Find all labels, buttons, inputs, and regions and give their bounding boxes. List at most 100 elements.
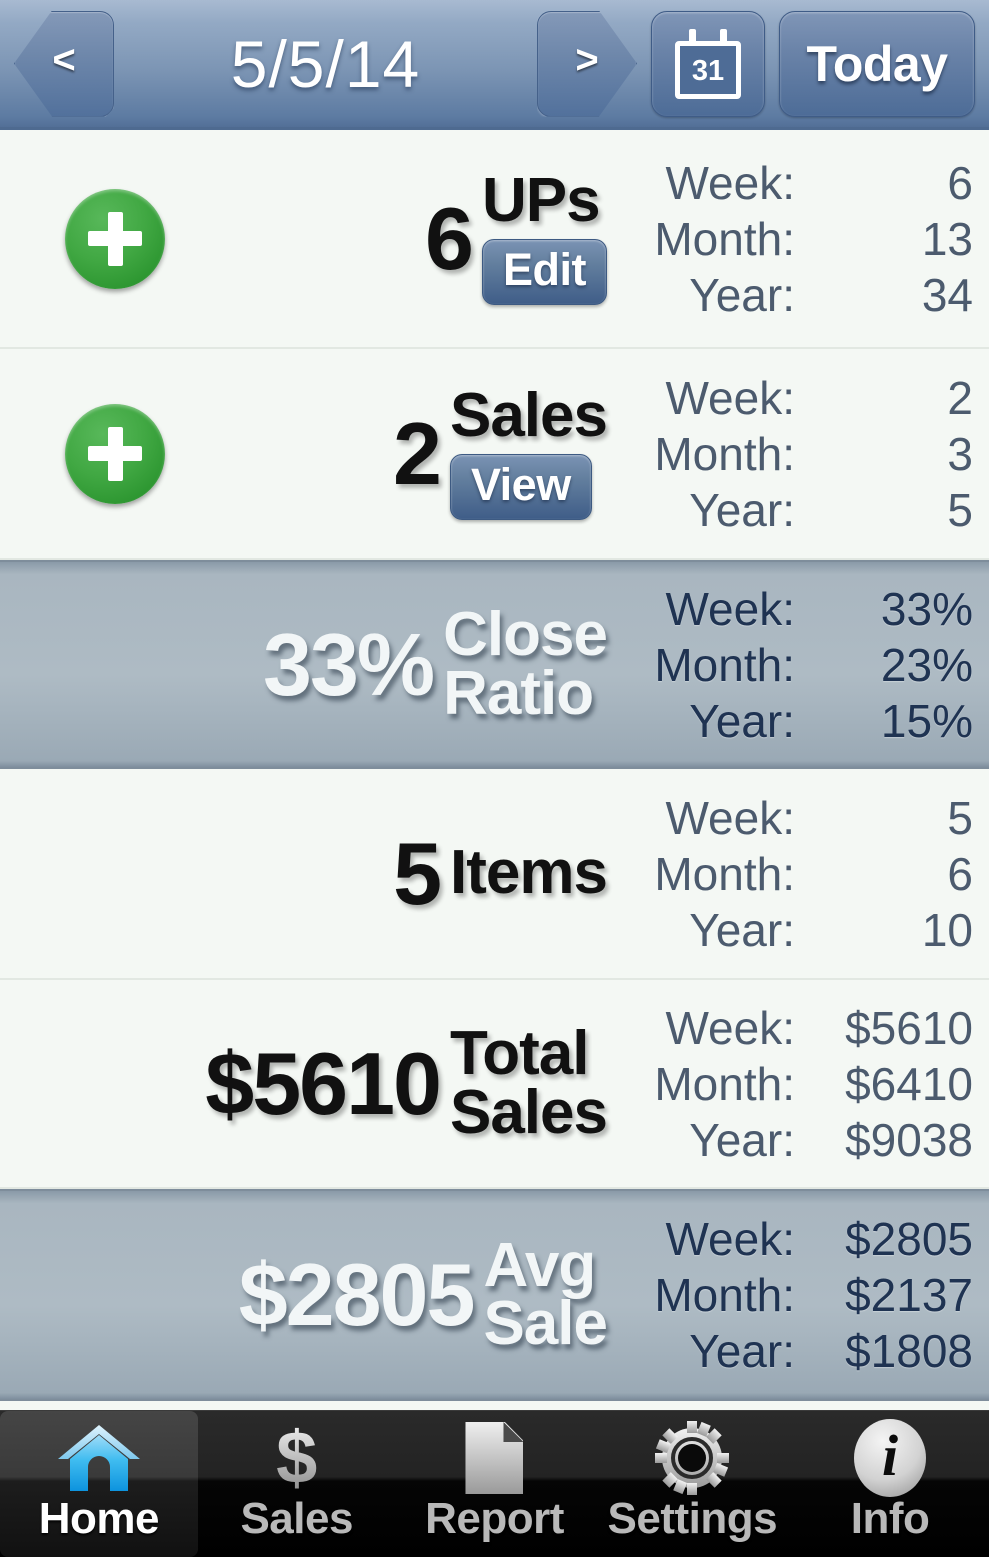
metric-label-ups: UPs bbox=[482, 166, 601, 236]
stat-value-month: 13 bbox=[921, 212, 973, 265]
info-icon: i bbox=[854, 1419, 927, 1497]
metric-value-items: 5 bbox=[393, 823, 442, 923]
stat-value-year: $9038 bbox=[845, 1113, 973, 1166]
date-navigation-header: < 5/5/14 > 31 Today bbox=[0, 0, 989, 130]
stat-value-month: 23% bbox=[880, 638, 973, 691]
stat-row-week: Week: 6 bbox=[621, 156, 973, 210]
metric-label-sales: Sales bbox=[449, 381, 608, 451]
metric-row-total-sales[interactable]: $5610 Total Sales Week: $5610 Month: $64… bbox=[0, 980, 989, 1189]
stat-row-week: Week: $5610 bbox=[621, 1001, 973, 1055]
tab-info[interactable]: i Info bbox=[791, 1411, 989, 1557]
stats-cell-sales: Week: 2 Month: 3 Year: 5 bbox=[621, 371, 973, 537]
metrics-list: 6 UPs Edit Week: 6 Month: 13 Year: 34 2 … bbox=[0, 130, 989, 1410]
stat-value-month: 6 bbox=[947, 847, 973, 900]
metric-value-sales: 2 bbox=[393, 403, 442, 503]
calendar-body: 31 bbox=[675, 40, 741, 99]
metric-row-items[interactable]: 5 Items Week: 5 Month: 6 Year: 10 bbox=[0, 769, 989, 980]
tab-label-settings: Settings bbox=[607, 1494, 778, 1543]
document-glyph bbox=[465, 1422, 524, 1494]
stat-label-month: Month: bbox=[654, 638, 795, 691]
info-circle: i bbox=[854, 1419, 927, 1497]
stat-label-year: Year: bbox=[689, 268, 795, 321]
metric-block-ups: UPs Edit bbox=[482, 166, 607, 305]
stat-label-month: Month: bbox=[654, 1057, 795, 1110]
stat-label-month: Month: bbox=[654, 1269, 795, 1321]
stat-row-month: Month: 13 bbox=[621, 212, 973, 266]
calendar-day-number: 31 bbox=[691, 54, 725, 87]
current-date-label: 5/5/14 bbox=[230, 26, 421, 101]
view-button-sales[interactable]: View bbox=[449, 453, 592, 520]
previous-day-label: < bbox=[52, 38, 76, 82]
tab-label-sales: Sales bbox=[240, 1494, 353, 1543]
stat-row-year: Year: 10 bbox=[621, 903, 973, 957]
metric-value-ups: 6 bbox=[425, 188, 474, 288]
previous-day-button[interactable]: < bbox=[14, 10, 114, 117]
tab-label-info: Info bbox=[850, 1494, 930, 1543]
metric-block-close-ratio: Close Ratio bbox=[443, 600, 608, 728]
metric-row-ups[interactable]: 6 UPs Edit Week: 6 Month: 13 Year: 34 bbox=[0, 130, 989, 349]
stat-row-month: Month: 23% bbox=[621, 638, 973, 692]
tab-sales[interactable]: $ Sales bbox=[198, 1411, 396, 1557]
tab-report[interactable]: Report bbox=[396, 1411, 594, 1557]
stat-row-week: Week: 5 bbox=[621, 791, 973, 845]
stat-value-year: 5 bbox=[947, 483, 973, 536]
stat-label-year: Year: bbox=[689, 694, 795, 747]
stat-value-week: $5610 bbox=[845, 1001, 973, 1054]
stat-value-year: $1808 bbox=[845, 1325, 973, 1377]
plus-icon-sales[interactable] bbox=[65, 403, 165, 504]
tab-home[interactable]: Home bbox=[0, 1411, 198, 1557]
stat-label-week: Week: bbox=[665, 371, 795, 424]
metric-block-total-sales: Total Sales bbox=[450, 1023, 608, 1143]
metric-block-avg-sale: Avg Sale bbox=[483, 1230, 608, 1358]
main-cell-close-ratio: 33% Close Ratio bbox=[230, 600, 621, 728]
stat-label-year: Year: bbox=[689, 903, 795, 956]
today-button[interactable]: Today bbox=[779, 10, 975, 117]
dollar-glyph: $ bbox=[276, 1416, 318, 1499]
main-cell-ups: 6 UPs Edit bbox=[230, 166, 621, 305]
metric-row-sales[interactable]: 2 Sales View Week: 2 Month: 3 Year: 5 bbox=[0, 349, 989, 560]
metric-label-close-ratio: Close Ratio bbox=[443, 600, 608, 728]
gear-icon bbox=[655, 1419, 730, 1497]
stats-cell-total-sales: Week: $5610 Month: $6410 Year: $9038 bbox=[621, 1001, 973, 1167]
info-glyph: i bbox=[882, 1423, 899, 1488]
stat-label-week: Week: bbox=[665, 582, 795, 635]
stat-label-year: Year: bbox=[689, 1113, 795, 1166]
stat-row-year: Year: 34 bbox=[621, 268, 973, 322]
metric-row-avg-sale[interactable]: $2805 Avg Sale Week: $2805 Month: $2137 … bbox=[0, 1189, 989, 1401]
stat-row-month: Month: 3 bbox=[621, 427, 973, 481]
stat-value-year: 34 bbox=[921, 268, 973, 321]
stat-row-month: Month: $6410 bbox=[621, 1057, 973, 1111]
edit-button-ups[interactable]: Edit bbox=[482, 238, 607, 305]
main-cell-items: 5 Items bbox=[230, 823, 621, 923]
tab-settings[interactable]: Settings bbox=[593, 1411, 791, 1557]
main-cell-avg-sale: $2805 Avg Sale bbox=[230, 1230, 621, 1358]
calendar-picker-button[interactable]: 31 bbox=[651, 10, 765, 117]
next-day-label: > bbox=[575, 38, 599, 82]
stats-cell-avg-sale: Week: $2805 Month: $2137 Year: $1808 bbox=[621, 1212, 973, 1378]
metric-label-avg-sale: Avg Sale bbox=[483, 1230, 608, 1358]
add-cell-ups bbox=[0, 188, 230, 289]
metric-value-total-sales: $5610 bbox=[205, 1033, 442, 1133]
stat-row-year: Year: 5 bbox=[621, 483, 973, 537]
stats-cell-items: Week: 5 Month: 6 Year: 10 bbox=[621, 791, 973, 957]
metric-row-close-ratio[interactable]: 33% Close Ratio Week: 33% Month: 23% Yea… bbox=[0, 560, 989, 769]
stat-row-month: Month: 6 bbox=[621, 847, 973, 901]
stat-label-week: Week: bbox=[665, 1213, 795, 1265]
stat-row-month: Month: $2137 bbox=[621, 1268, 973, 1322]
metric-block-items: Items bbox=[450, 838, 608, 908]
stat-value-month: 3 bbox=[947, 427, 973, 480]
today-label: Today bbox=[806, 35, 948, 92]
calendar-icon: 31 bbox=[675, 28, 741, 99]
main-cell-total-sales: $5610 Total Sales bbox=[205, 1023, 621, 1143]
next-day-button[interactable]: > bbox=[537, 10, 637, 117]
metric-label-items: Items bbox=[450, 838, 608, 908]
stat-value-year: 15% bbox=[880, 694, 973, 747]
metric-value-avg-sale: $2805 bbox=[238, 1245, 476, 1345]
stats-cell-ups: Week: 6 Month: 13 Year: 34 bbox=[621, 156, 973, 322]
plus-icon-ups[interactable] bbox=[65, 188, 165, 289]
stat-label-month: Month: bbox=[654, 847, 795, 900]
stat-value-week: $2805 bbox=[845, 1213, 973, 1265]
stat-label-year: Year: bbox=[689, 483, 795, 536]
tab-label-report: Report bbox=[425, 1494, 564, 1543]
stat-value-week: 6 bbox=[947, 156, 973, 209]
